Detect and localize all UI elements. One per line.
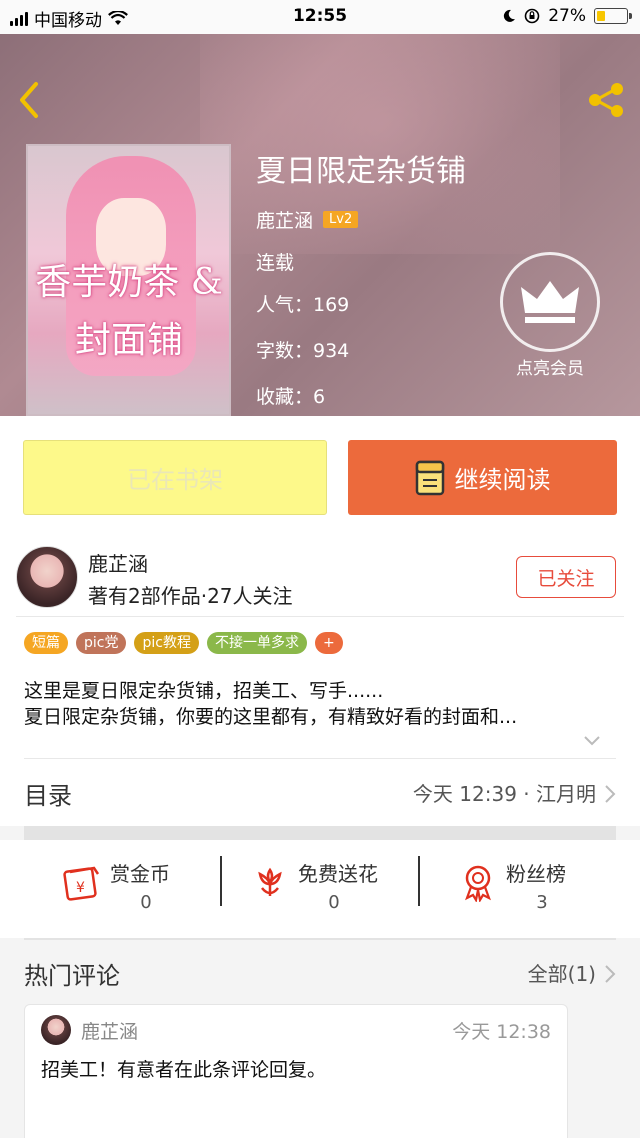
cover-title-art: 香芋奶茶 & 封面铺 bbox=[35, 262, 223, 361]
catalog-title: 目录 bbox=[24, 782, 72, 810]
svg-text:¥: ¥ bbox=[76, 880, 85, 896]
reward-coins-count: 0 bbox=[140, 892, 152, 913]
book-cover[interactable]: 香芋奶茶 & 封面铺 bbox=[26, 144, 231, 416]
favorites-count: 收藏：6 bbox=[256, 386, 326, 408]
tag[interactable]: 短篇 bbox=[24, 632, 68, 654]
status-bar: 中国移动 12:55 27% bbox=[0, 0, 640, 34]
book-title: 夏日限定杂货铺 bbox=[256, 154, 466, 189]
continue-reading-button[interactable]: 继续阅读 bbox=[348, 440, 617, 515]
comment-time: 今天 12:38 bbox=[452, 1021, 551, 1043]
hot-comments-title: 热门评论 bbox=[24, 962, 120, 990]
fan-ranking-label: 粉丝榜 bbox=[506, 862, 566, 886]
chevron-right-icon[interactable] bbox=[604, 964, 616, 984]
author-card: 鹿芷涵 著有2部作品·27人关注 已关注 短篇 pic党 pic教程 不接一单多… bbox=[0, 528, 640, 760]
expand-chevron-icon[interactable] bbox=[582, 734, 602, 748]
book-icon bbox=[415, 460, 444, 495]
divider bbox=[16, 616, 624, 617]
divider bbox=[220, 856, 222, 906]
send-flower-button[interactable]: 免费送花 0 bbox=[250, 852, 450, 922]
tag-list: 短篇 pic党 pic教程 不接一单多求 + bbox=[24, 632, 343, 654]
all-comments-link[interactable]: 全部(1) bbox=[528, 958, 596, 987]
word-count: 字数：934 bbox=[256, 340, 350, 362]
vip-label[interactable]: 点亮会员 bbox=[488, 354, 612, 379]
continue-reading-label: 继续阅读 bbox=[454, 466, 551, 494]
coin-envelope-icon: ¥ bbox=[63, 866, 100, 901]
send-flower-count: 0 bbox=[328, 892, 340, 913]
author-name[interactable]: 鹿芷涵 bbox=[256, 206, 313, 233]
rotation-lock-icon bbox=[524, 8, 540, 24]
vip-button[interactable] bbox=[500, 252, 600, 352]
section-separator bbox=[24, 826, 616, 840]
book-header: 香芋奶茶 & 封面铺 夏日限定杂货铺 鹿芷涵 Lv2 连载 人气：169 字数：… bbox=[0, 34, 640, 416]
reward-stats: ¥ 赏金币 0 免费送花 0 粉丝榜 3 bbox=[0, 840, 640, 938]
comment-card[interactable]: 鹿芷涵 今天 12:38 招美工！有意者在此条评论回复。 bbox=[24, 1004, 568, 1138]
medal-icon bbox=[465, 865, 491, 902]
intro-line: 夏日限定杂货铺，你要的这里都有，有精致好看的封面和... bbox=[24, 706, 518, 728]
action-bar: 已在书架 继续阅读 bbox=[0, 416, 640, 528]
fan-ranking-count: 3 bbox=[536, 892, 548, 913]
on-shelf-button[interactable]: 已在书架 bbox=[23, 440, 327, 515]
moon-icon bbox=[504, 9, 516, 22]
commenter-avatar[interactable] bbox=[41, 1015, 71, 1045]
crown-icon bbox=[521, 281, 579, 323]
level-badge: Lv2 bbox=[323, 211, 359, 228]
reward-coins-label: 赏金币 bbox=[110, 862, 170, 886]
battery-icon bbox=[594, 8, 632, 24]
divider bbox=[24, 758, 616, 759]
send-flower-label: 免费送花 bbox=[298, 862, 378, 886]
intro-line: 这里是夏日限定杂货铺，招美工、写手...... bbox=[24, 680, 384, 702]
comment-text: 招美工！有意者在此条评论回复。 bbox=[41, 1059, 327, 1081]
tag[interactable]: pic党 bbox=[76, 632, 127, 654]
author-avatar[interactable] bbox=[16, 546, 78, 608]
reward-coins-button[interactable]: ¥ 赏金币 0 bbox=[62, 852, 262, 922]
fan-ranking-button[interactable]: 粉丝榜 3 bbox=[458, 852, 640, 922]
divider bbox=[418, 856, 420, 906]
add-tag-button[interactable]: + bbox=[314, 632, 343, 654]
hot-comments-section: 热门评论 全部(1) 鹿芷涵 今天 12:38 招美工！有意者在此条评论回复。 bbox=[0, 940, 640, 1138]
catalog-latest-update: 今天 12:39 · 江月明 bbox=[412, 782, 596, 806]
catalog-row[interactable]: 目录 今天 12:39 · 江月明 bbox=[0, 760, 640, 826]
follow-button[interactable]: 已关注 bbox=[516, 556, 616, 598]
back-icon[interactable] bbox=[14, 80, 44, 120]
serial-status: 连载 bbox=[256, 252, 295, 274]
tag[interactable]: 不接一单多求 bbox=[206, 632, 307, 654]
tag[interactable]: pic教程 bbox=[134, 632, 199, 654]
popularity-count: 人气：169 bbox=[256, 294, 350, 316]
author-card-name[interactable]: 鹿芷涵 bbox=[88, 548, 148, 577]
on-shelf-label: 已在书架 bbox=[127, 466, 223, 494]
book-author[interactable]: 鹿芷涵 Lv2 bbox=[256, 206, 359, 233]
share-icon[interactable] bbox=[586, 82, 626, 118]
battery-percent: 27% bbox=[548, 6, 586, 26]
follow-label: 已关注 bbox=[537, 567, 595, 590]
flower-icon bbox=[258, 867, 282, 896]
commenter-name[interactable]: 鹿芷涵 bbox=[81, 1017, 138, 1044]
chevron-right-icon bbox=[605, 785, 616, 803]
book-intro[interactable]: 这里是夏日限定杂货铺，招美工、写手...... 夏日限定杂货铺，你要的这里都有，… bbox=[24, 678, 614, 730]
author-stats: 著有2部作品·27人关注 bbox=[88, 584, 293, 608]
